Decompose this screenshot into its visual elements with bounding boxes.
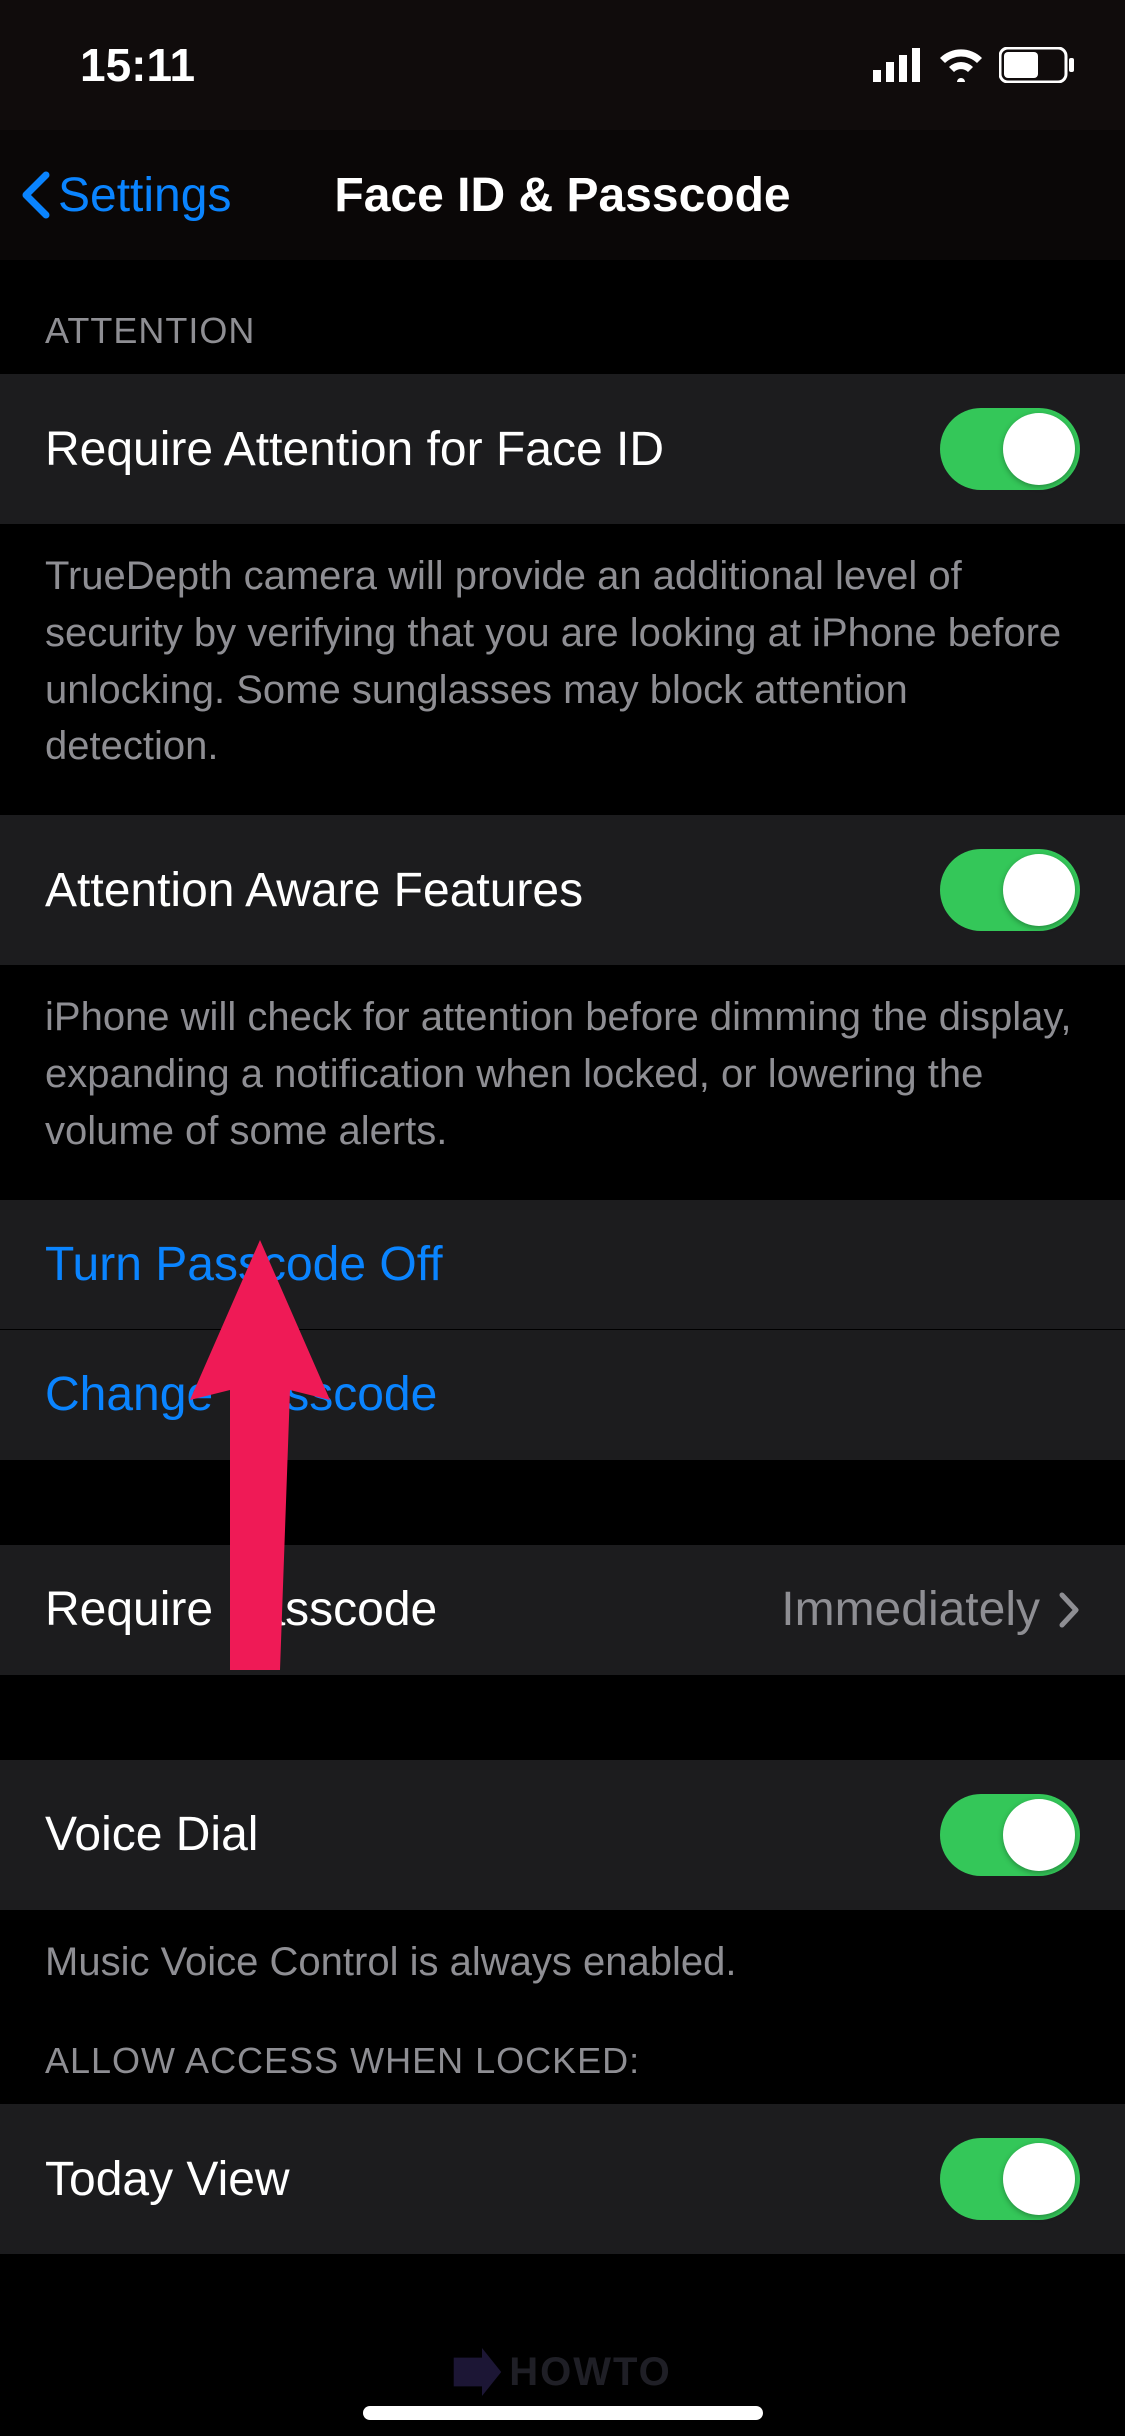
page-title: Face ID & Passcode <box>334 168 790 223</box>
footer-voice-dial: Music Voice Control is always enabled. <box>0 1910 1125 2001</box>
status-time: 15:11 <box>80 38 195 92</box>
row-label: Require Attention for Face ID <box>45 422 664 477</box>
home-indicator[interactable] <box>363 2406 763 2420</box>
status-bar: 15:11 <box>0 0 1125 130</box>
spacer <box>0 1675 1125 1760</box>
row-label: Today View <box>45 2152 290 2207</box>
toggle-attention-aware[interactable] <box>940 849 1080 931</box>
chevron-left-icon <box>20 171 50 219</box>
row-require-passcode[interactable]: Require Passcode Immediately <box>0 1545 1125 1675</box>
status-indicators <box>873 47 1075 83</box>
section-allow-access-header: ALLOW ACCESS WHEN LOCKED: <box>0 2000 1125 2104</box>
row-turn-passcode-off[interactable]: Turn Passcode Off <box>0 1200 1125 1330</box>
watermark: HOWTO <box>453 2348 672 2396</box>
row-value: Immediately <box>781 1582 1080 1637</box>
section-attention-header: ATTENTION <box>0 260 1125 374</box>
chevron-right-icon <box>1058 1591 1080 1629</box>
toggle-voice-dial[interactable] <box>940 1794 1080 1876</box>
watermark-arrow-icon <box>453 2348 501 2396</box>
row-today-view[interactable]: Today View <box>0 2104 1125 2254</box>
spacer <box>0 1460 1125 1545</box>
row-label: Require Passcode <box>45 1582 437 1637</box>
footer-attention-aware: iPhone will check for attention before d… <box>0 965 1125 1199</box>
row-label: Attention Aware Features <box>45 863 583 918</box>
battery-icon <box>999 47 1075 83</box>
watermark-text: HOWTO <box>509 2350 672 2395</box>
cellular-icon <box>873 48 923 82</box>
row-link-label: Change Passcode <box>45 1367 437 1422</box>
row-require-attention[interactable]: Require Attention for Face ID <box>0 374 1125 524</box>
wifi-icon <box>937 48 985 82</box>
back-label: Settings <box>58 168 231 223</box>
toggle-require-attention[interactable] <box>940 408 1080 490</box>
back-button[interactable]: Settings <box>20 168 231 223</box>
footer-require-attention: TrueDepth camera will provide an additio… <box>0 524 1125 815</box>
row-label: Voice Dial <box>45 1807 258 1862</box>
row-change-passcode[interactable]: Change Passcode <box>0 1330 1125 1460</box>
toggle-today-view[interactable] <box>940 2138 1080 2220</box>
row-attention-aware[interactable]: Attention Aware Features <box>0 815 1125 965</box>
row-voice-dial[interactable]: Voice Dial <box>0 1760 1125 1910</box>
nav-bar: Settings Face ID & Passcode <box>0 130 1125 260</box>
row-link-label: Turn Passcode Off <box>45 1237 443 1292</box>
row-value-text: Immediately <box>781 1582 1040 1637</box>
